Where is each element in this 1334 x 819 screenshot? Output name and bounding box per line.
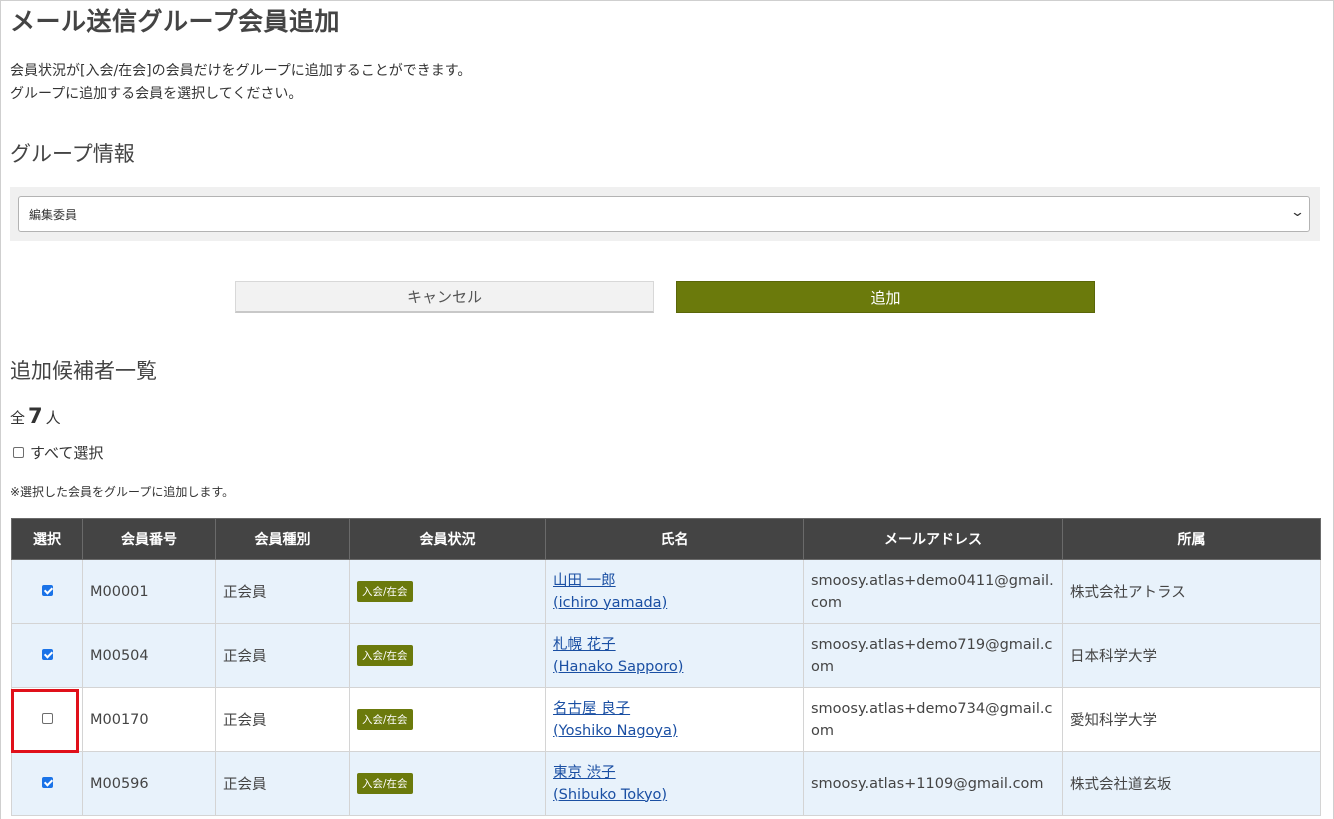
candidates-heading: 追加候補者一覧 <box>10 359 157 383</box>
select-all-checkbox[interactable] <box>13 447 24 458</box>
select-all-label[interactable]: すべて選択 <box>30 442 103 463</box>
chevron-down-icon: ⌄ <box>1289 205 1306 220</box>
email-cell: smoosy.atlas+demo0411@gmail.com <box>803 559 1063 624</box>
affiliation-cell: 日本科学大学 <box>1062 623 1321 688</box>
member-type-cell: 正会員 <box>215 687 350 752</box>
name-cell: 札幌 花子 (Hanako Sapporo) <box>545 623 804 688</box>
status-cell: 入会/在会 <box>349 559 546 624</box>
col-header-member-no: 会員番号 <box>82 518 216 560</box>
col-header-select: 選択 <box>11 518 83 560</box>
member-type-cell: 正会員 <box>215 751 350 816</box>
add-button[interactable]: 追加 <box>676 281 1095 313</box>
select-cell <box>11 623 83 688</box>
row-checkbox[interactable] <box>41 712 53 724</box>
group-info-heading: グループ情報 <box>10 142 135 166</box>
page-description: 会員状況が[入会/在会]の会員だけをグループに追加することができます。 グループ… <box>10 60 471 106</box>
member-type-cell: 正会員 <box>215 623 350 688</box>
cancel-button[interactable]: キャンセル <box>235 281 654 313</box>
email-cell: smoosy.atlas+demo734@gmail.com <box>803 687 1063 752</box>
status-cell: 入会/在会 <box>349 687 546 752</box>
col-header-member-type: 会員種別 <box>215 518 350 560</box>
status-cell: 入会/在会 <box>349 623 546 688</box>
name-cell: 山田 一郎 (ichiro yamada) <box>545 559 804 624</box>
affiliation-cell: 愛知科学大学 <box>1062 687 1321 752</box>
description-line-1: 会員状況が[入会/在会]の会員だけをグループに追加することができます。 <box>10 63 472 79</box>
page-title: メール送信グループ会員追加 <box>10 7 341 36</box>
col-header-affiliation: 所属 <box>1062 518 1321 560</box>
status-cell: 入会/在会 <box>349 751 546 816</box>
group-select[interactable]: 編集委員 ⌄ <box>18 196 1310 232</box>
row-checkbox[interactable] <box>41 648 53 660</box>
select-cell <box>11 559 83 624</box>
status-badge: 入会/在会 <box>357 709 413 730</box>
member-name-link[interactable]: 札幌 花子 (Hanako Sapporo) <box>553 637 683 675</box>
group-select-panel: 編集委員 ⌄ <box>10 187 1320 241</box>
total-number: 7 <box>28 404 43 428</box>
affiliation-cell: 株式会社アトラス <box>1062 559 1321 624</box>
description-line-2: グループに追加する会員を選択してください。 <box>10 86 303 102</box>
email-cell: smoosy.atlas+1109@gmail.com <box>803 751 1063 816</box>
col-header-status: 会員状況 <box>349 518 546 560</box>
status-badge: 入会/在会 <box>357 645 413 666</box>
member-no-cell: M00170 <box>82 687 216 752</box>
members-table: 選択 会員番号 会員種別 会員状況 氏名 メールアドレス 所属 M00001 正… <box>11 518 1321 816</box>
table-row: M00596 正会員 入会/在会 東京 渋子 (Shibuko Tokyo) sm… <box>11 751 1321 816</box>
row-checkbox[interactable] <box>41 584 53 596</box>
email-cell: smoosy.atlas+demo719@gmail.com <box>803 623 1063 688</box>
member-no-cell: M00596 <box>82 751 216 816</box>
selection-note: ※選択した会員をグループに追加します。 <box>10 485 235 499</box>
select-all-control[interactable]: すべて選択 <box>13 442 103 463</box>
status-badge: 入会/在会 <box>357 581 413 602</box>
member-name-link[interactable]: 名古屋 良子 (Yoshiko Nagoya) <box>553 701 678 739</box>
select-cell <box>11 687 83 752</box>
name-cell: 東京 渋子 (Shibuko Tokyo) <box>545 751 804 816</box>
status-badge: 入会/在会 <box>357 773 413 794</box>
total-prefix: 全 <box>10 409 26 427</box>
select-cell <box>11 751 83 816</box>
col-header-name: 氏名 <box>545 518 804 560</box>
col-header-email: メールアドレス <box>803 518 1063 560</box>
member-no-cell: M00504 <box>82 623 216 688</box>
table-header-row: 選択 会員番号 会員種別 会員状況 氏名 メールアドレス 所属 <box>11 518 1321 560</box>
row-checkbox[interactable] <box>41 776 53 788</box>
member-name-link[interactable]: 山田 一郎 (ichiro yamada) <box>553 573 667 611</box>
member-no-cell: M00001 <box>82 559 216 624</box>
total-suffix: 人 <box>45 409 61 427</box>
member-name-link[interactable]: 東京 渋子 (Shibuko Tokyo) <box>553 765 667 803</box>
total-count: 全7人 <box>10 404 61 428</box>
member-type-cell: 正会員 <box>215 559 350 624</box>
group-select-value: 編集委員 <box>29 207 78 222</box>
table-row: M00504 正会員 入会/在会 札幌 花子 (Hanako Sapporo) s… <box>11 623 1321 688</box>
table-row: M00001 正会員 入会/在会 山田 一郎 (ichiro yamada) sm… <box>11 559 1321 624</box>
table-row: M00170 正会員 入会/在会 名古屋 良子 (Yoshiko Nagoya) … <box>11 687 1321 752</box>
name-cell: 名古屋 良子 (Yoshiko Nagoya) <box>545 687 804 752</box>
affiliation-cell: 株式会社道玄坂 <box>1062 751 1321 816</box>
